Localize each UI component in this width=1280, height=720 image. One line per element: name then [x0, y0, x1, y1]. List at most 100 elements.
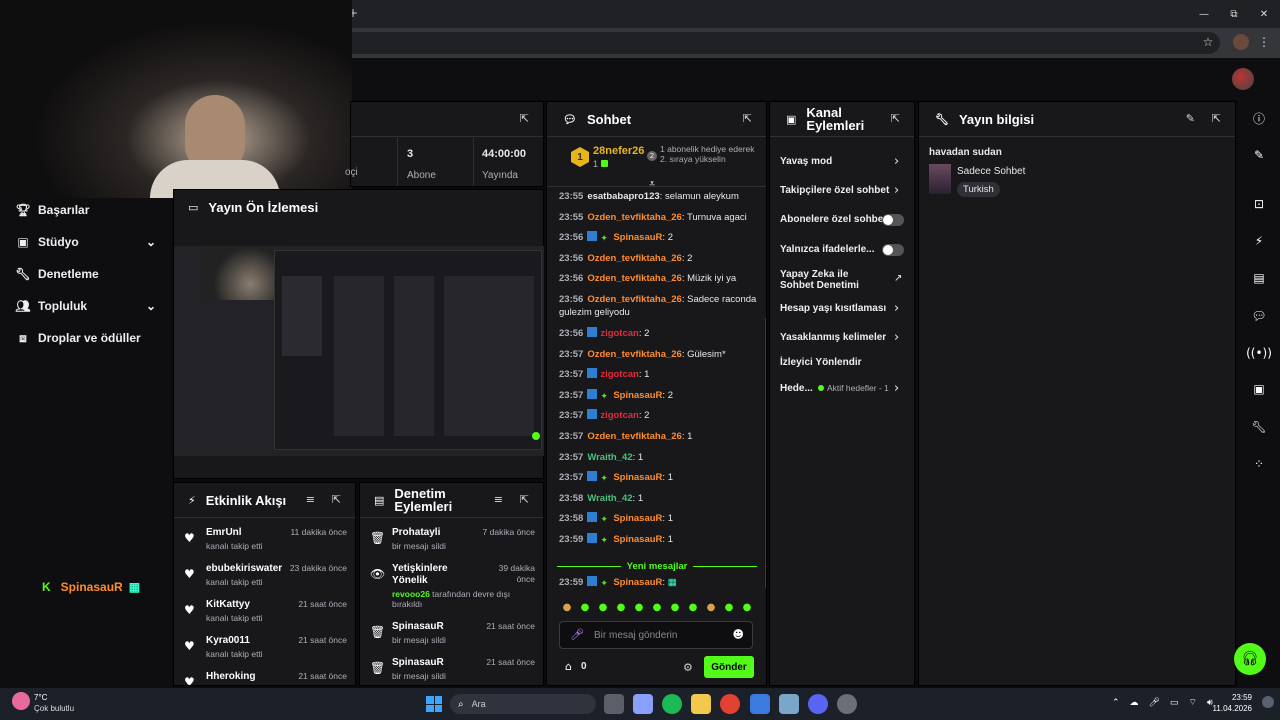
- chat-username[interactable]: Wraith_42: [587, 493, 632, 504]
- chat-username[interactable]: Ozden_tevfiktaha_26: [587, 273, 682, 284]
- chevron-right-icon[interactable]: ›: [894, 381, 899, 396]
- chrome-icon[interactable]: [720, 694, 740, 714]
- weather-icon[interactable]: [12, 692, 30, 710]
- chat-input[interactable]: 🎤︎ Bir mesaj gönderin ☻: [559, 621, 753, 649]
- wifi-icon[interactable]: ⌔: [1189, 697, 1197, 711]
- store-app-icon[interactable]: [633, 694, 653, 714]
- notification-icon[interactable]: [1262, 696, 1274, 708]
- send-button[interactable]: Gönder: [704, 656, 754, 678]
- chat-message[interactable]: 23:57 zigotcan: 2: [559, 409, 759, 422]
- activity-item[interactable]: ♥ Kyra0011 21 saat önce kanalı takip ett…: [174, 635, 355, 671]
- info-icon[interactable]: ⓘ: [1238, 110, 1280, 126]
- app-icon[interactable]: [837, 694, 857, 714]
- sidebar-item-drops[interactable]: ⧈ Droplar ve ödüller: [16, 327, 166, 349]
- sidebar-item-achievements[interactable]: 🏆︎ Başarılar: [15, 199, 166, 221]
- chat-scrollbar[interactable]: [765, 318, 766, 588]
- popout-icon[interactable]: ⇱: [1212, 112, 1221, 125]
- mod-log-item[interactable]: 🗑︎ Prohatayli 7 dakika önce bir mesajı s…: [360, 527, 543, 563]
- chat-message[interactable]: 23:57 ✦ SpinasauR: 2: [559, 388, 759, 402]
- sidebar-item-moderation[interactable]: 🔧︎ Denetleme: [15, 263, 166, 285]
- sidebar-item-studio[interactable]: ▣ Stüdyo ⌄: [16, 231, 166, 253]
- popout-icon[interactable]: ⇱: [891, 112, 900, 125]
- chat-username[interactable]: esatbabapro123: [587, 191, 659, 202]
- emote-icon[interactable]: ●: [633, 601, 645, 613]
- chat-username[interactable]: zigotcan: [600, 369, 639, 380]
- emote-icon[interactable]: ●: [579, 601, 591, 613]
- chat-message[interactable]: 23:56 ✦ SpinasauR: 2: [559, 231, 759, 244]
- chat-message[interactable]: 23:59 ✦ SpinasauR: 1: [559, 533, 759, 546]
- popout-icon[interactable]: ⇱: [332, 493, 341, 506]
- action-goals[interactable]: Hede...: [780, 383, 820, 394]
- chat-message[interactable]: 23:56 Ozden_tevfiktaha_26: 2: [559, 252, 759, 265]
- chevron-up-icon[interactable]: ⌃: [1112, 697, 1120, 711]
- filter-icon[interactable]: ≡: [494, 493, 503, 506]
- support-headset-icon[interactable]: 🎧︎: [1234, 643, 1266, 675]
- category-name[interactable]: Sadece Sohbet: [957, 166, 1025, 177]
- user-avatar[interactable]: [1232, 68, 1254, 90]
- chat-username[interactable]: Ozden_tevfiktaha_26: [587, 212, 682, 223]
- chat-username[interactable]: SpinasauR: [613, 513, 662, 524]
- chat-message[interactable]: 23:55 Ozden_tevfiktaha_26: Turnuva agaci: [559, 211, 759, 224]
- preview-video[interactable]: [174, 246, 544, 456]
- store-icon[interactable]: ⌂: [565, 660, 572, 673]
- target-icon[interactable]: ⊡: [1238, 196, 1280, 212]
- chat-message[interactable]: 23:55 esatbabapro123: selamun aleykum: [559, 190, 759, 203]
- chat-username[interactable]: Ozden_tevfiktaha_26: [587, 349, 682, 360]
- file-explorer-icon[interactable]: [691, 694, 711, 714]
- action-account-age[interactable]: Hesap yaşı kısıtlaması: [780, 303, 908, 314]
- chat-message[interactable]: 23:57 Ozden_tevfiktaha_26: 1: [559, 430, 759, 443]
- filter-icon[interactable]: ≡: [306, 493, 315, 506]
- mod-log-item[interactable]: 👁︎ Yetişkinlere Yönelik 39 dakika önce r…: [360, 563, 543, 611]
- external-link-icon[interactable]: ↗: [894, 273, 902, 284]
- emote-icon[interactable]: ●: [705, 601, 717, 613]
- chat-username[interactable]: SpinasauR: [613, 232, 662, 243]
- close-window-button[interactable]: ✕: [1256, 6, 1272, 22]
- popout-icon[interactable]: ⇱: [743, 112, 752, 125]
- chevron-right-icon[interactable]: ›: [894, 330, 899, 345]
- edit-pencil-icon[interactable]: ✎: [1238, 147, 1280, 163]
- clock-date[interactable]: 11.04.2026: [1206, 704, 1252, 713]
- microphone-icon[interactable]: 🎤︎: [1149, 697, 1160, 711]
- start-icon[interactable]: [426, 696, 442, 712]
- chat-username[interactable]: SpinasauR: [613, 534, 662, 545]
- microphone-icon[interactable]: 🎤︎: [570, 628, 584, 641]
- bookmark-star-icon[interactable]: ☆: [1200, 34, 1216, 50]
- chat-bubble-icon[interactable]: 💬︎: [1238, 308, 1280, 324]
- emoji-icon[interactable]: ☻: [733, 628, 744, 641]
- taskbar-search[interactable]: ⌕ Ara: [450, 694, 596, 714]
- chat-message[interactable]: 23:57 ✦ SpinasauR: 1: [559, 471, 759, 484]
- chat-message[interactable]: 23:57 Ozden_tevfiktaha_26: Gülesim*: [559, 348, 759, 361]
- subscribers-only-toggle[interactable]: [882, 214, 904, 226]
- clock-time[interactable]: 23:59: [1212, 693, 1252, 702]
- app-icon[interactable]: [779, 694, 799, 714]
- emote-icon[interactable]: ●: [561, 601, 573, 613]
- leaderboard-user[interactable]: 28nefer26: [593, 145, 644, 157]
- chat-message[interactable]: 23:57 zigotcan: 1: [559, 368, 759, 381]
- chat-message[interactable]: 23:58 ✦ SpinasauR: 1: [559, 512, 759, 525]
- chevron-right-icon[interactable]: ›: [894, 154, 899, 169]
- wrench-icon[interactable]: 🔧︎: [1238, 419, 1280, 435]
- chat-message[interactable]: 23:56 Ozden_tevfiktaha_26: Sadece raconda…: [559, 293, 759, 319]
- emotes-only-toggle[interactable]: [882, 244, 904, 256]
- mod-log-item[interactable]: 🗑︎ SpinasauR 21 saat önce bir mesajı sil…: [360, 657, 543, 685]
- emote-icon[interactable]: ●: [741, 601, 753, 613]
- emote-icon[interactable]: ●: [597, 601, 609, 613]
- emote-icon[interactable]: ●: [687, 601, 699, 613]
- chevron-right-icon[interactable]: ›: [894, 301, 899, 316]
- chat-username[interactable]: SpinasauR: [613, 390, 662, 401]
- popout-icon[interactable]: ⇱: [520, 112, 529, 125]
- apps-icon[interactable]: ⁘: [1238, 456, 1280, 472]
- browser-menu-icon[interactable]: ⋮: [1258, 34, 1270, 50]
- log-icon[interactable]: ▤: [1238, 270, 1280, 286]
- maximize-button[interactable]: ⧉: [1226, 6, 1242, 22]
- chat-username[interactable]: Ozden_tevfiktaha_26: [587, 431, 682, 442]
- address-bar[interactable]: [330, 32, 1220, 54]
- action-banned-words[interactable]: Yasaklanmış kelimeler: [780, 332, 908, 343]
- mail-icon[interactable]: [750, 694, 770, 714]
- edit-pencil-icon[interactable]: ✎: [1186, 112, 1195, 125]
- chat-message[interactable]: 23:56 zigotcan: 2: [559, 327, 759, 340]
- activity-item[interactable]: ♥ ebubekiriswater 23 dakika önce kanalı …: [174, 563, 355, 599]
- chat-username[interactable]: SpinasauR: [613, 577, 662, 588]
- action-followers-only[interactable]: Takipçilere özel sohbet: [780, 185, 908, 196]
- chevron-right-icon[interactable]: ›: [894, 183, 899, 198]
